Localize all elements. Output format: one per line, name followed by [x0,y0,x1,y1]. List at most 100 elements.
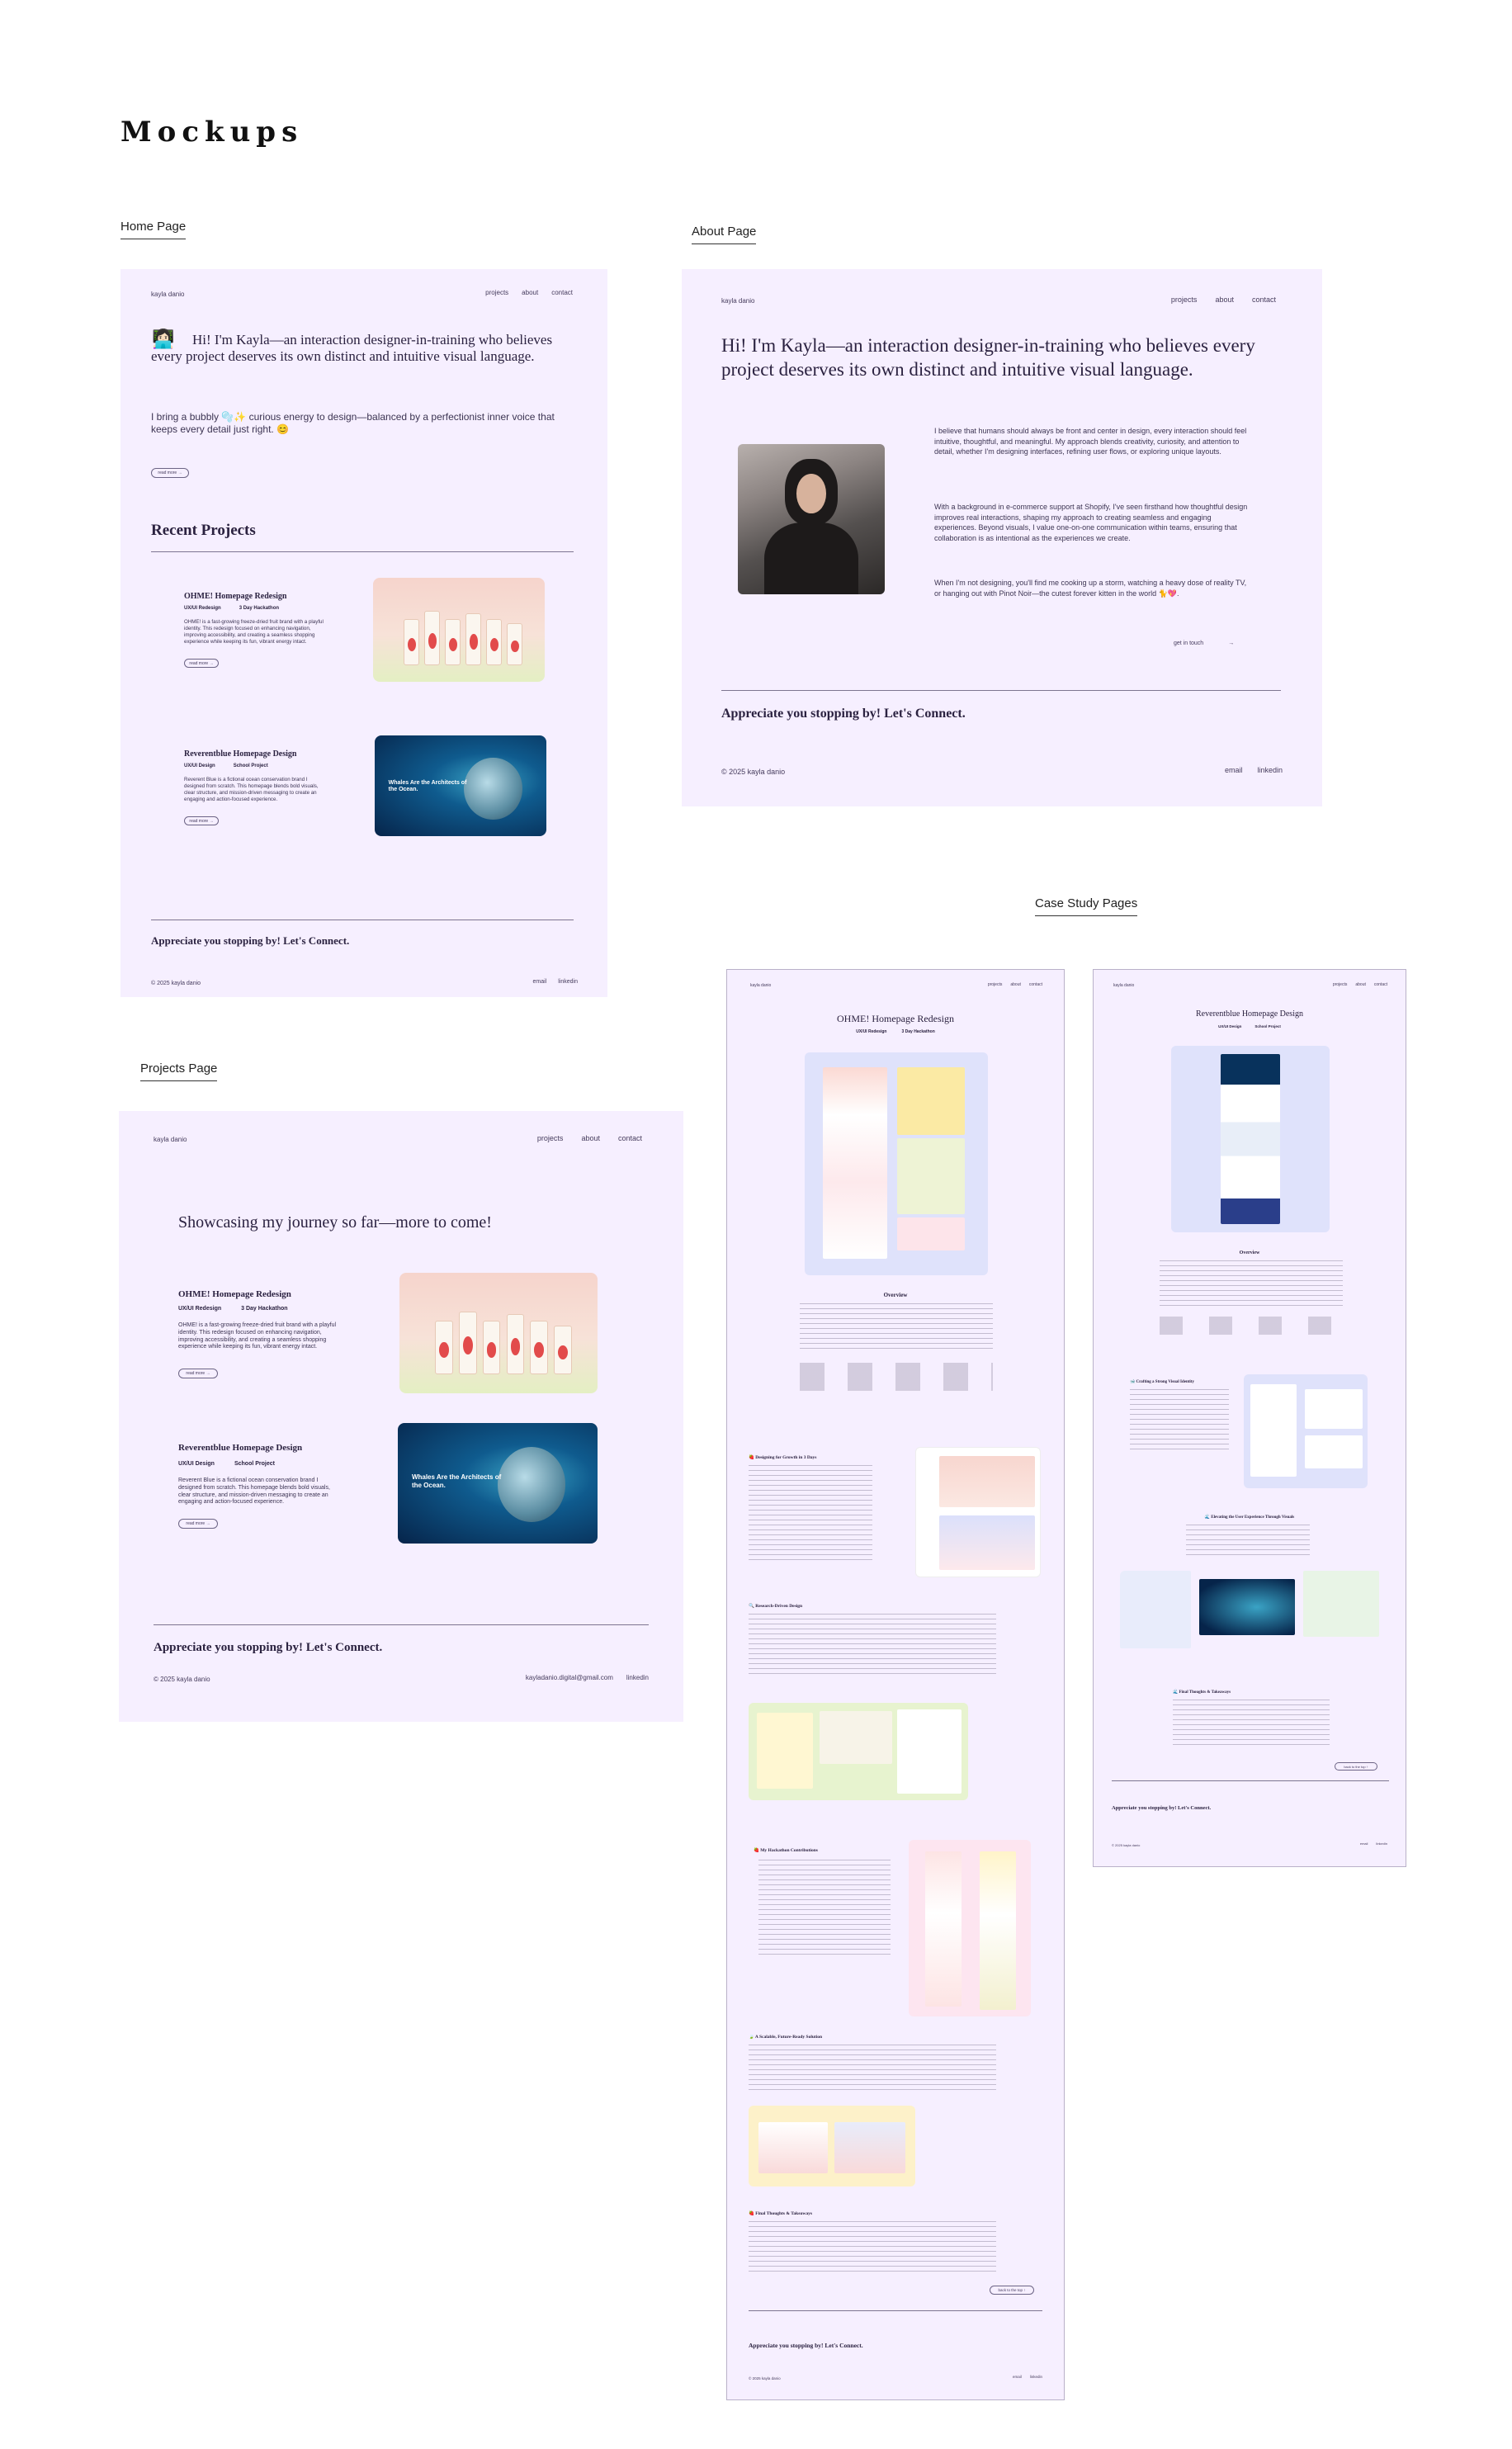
copyright: © 2025 kayla danio [1112,1843,1141,1847]
footer-links: email linkedin [1013,2375,1042,2379]
copyright: © 2025 kayla danio [151,981,201,986]
tag: UX/UI Design [184,764,215,768]
identity-image [1244,1374,1368,1488]
projects-heading: Showcasing my journey so far—more to com… [178,1213,492,1232]
footer-email-link[interactable]: email [1225,766,1243,774]
section-heading-contributions: 🍓 My Hackathon Contributions [754,1848,818,1853]
nav-contact[interactable]: contact [618,1134,642,1142]
nav-contact[interactable]: contact [1374,982,1387,987]
nav-projects[interactable]: projects [1171,295,1198,304]
divider [154,1624,649,1625]
reverentblue-thumbnail[interactable]: Whales Are the Architects of the Ocean. [375,735,546,836]
footer-email-link[interactable]: email [1013,2375,1022,2379]
project-read-more-button[interactable]: read more → [184,816,219,825]
top-nav: projects about contact [1333,982,1387,987]
nav-projects[interactable]: projects [537,1134,564,1142]
tag: UX/UI Design [1218,1024,1242,1028]
section-text [1130,1389,1229,1454]
top-nav: projects about contact [988,982,1042,987]
footer-email-link[interactable]: email [1360,1841,1368,1846]
before-after-image [915,1447,1041,1577]
section-heading-scalable: 🍃 A Scalable, Future-Ready Solution [749,2035,823,2040]
reverentblue-thumbnail[interactable]: Whales Are the Architects of the Ocean. [398,1423,598,1544]
nav-projects[interactable]: projects [485,289,508,296]
section-heading-visuals: 🌊 Elevating the User Experience Through … [1204,1515,1295,1520]
section-heading-growth: 🍓 Designing for Growth in 3 Days [749,1455,817,1460]
project-tags: UX/UI Design School Project [184,764,268,768]
nav-contact[interactable]: contact [551,289,573,296]
top-nav: projects about contact [537,1134,642,1142]
section-heading-final: 🌊 Final Thoughts & Takeaways [1173,1690,1231,1695]
hero-collage [1171,1046,1330,1232]
divider [1112,1780,1389,1781]
footer-linkedin-link[interactable]: linkedin [1257,766,1283,774]
back-to-top-button[interactable]: back to the top ↑ [990,2286,1034,2295]
read-more-button[interactable]: read more → [151,468,189,478]
ohme-thumbnail[interactable] [399,1273,598,1393]
project-tags: UX/UI Redesign 3 Day Hackathon [178,1306,288,1312]
footer-linkedin-link[interactable]: linkedin [1030,2375,1042,2379]
project-read-more-button[interactable]: read more → [178,1519,218,1529]
case-study-reverentblue-mockup: kayla danio projects about contact Rever… [1093,969,1406,1867]
footer-links: email linkedin [1225,766,1283,774]
section-text [1173,1700,1330,1749]
tag: UX/UI Redesign [856,1029,887,1034]
tag: UX/UI Redesign [178,1306,222,1312]
divider [151,551,574,552]
portrait-photo [738,444,885,594]
nav-projects[interactable]: projects [988,982,1003,987]
project-title-reverentblue: Reverentblue Homepage Design [184,749,297,759]
brand-logo[interactable]: kayla danio [151,291,184,298]
brand-logo[interactable]: kayla danio [154,1136,187,1143]
brand-logo[interactable]: kayla danio [721,297,754,305]
divider [721,690,1281,691]
footer-links: email linkedin [533,979,578,985]
nav-about[interactable]: about [581,1134,600,1142]
section-text [749,1465,872,1564]
get-in-touch-link[interactable]: get in touch → [1174,641,1234,646]
back-to-top-button[interactable]: back to the top ↑ [1335,1762,1377,1771]
nav-projects[interactable]: projects [1333,982,1348,987]
footer-linkedin-link[interactable]: linkedin [1376,1841,1387,1846]
case-title: OHME! Homepage Redesign [837,1013,954,1024]
section-heading-final: 🍓 Final Thoughts & Takeaways [749,2211,813,2216]
overview-meta [1160,1317,1343,1335]
tag: School Project [1254,1024,1281,1028]
section-text [758,1860,891,1955]
copyright: © 2025 kayla danio [749,2376,781,2380]
nav-contact[interactable]: contact [1252,295,1276,304]
nav-about[interactable]: about [1215,295,1234,304]
footer-email-link[interactable]: email [533,979,547,985]
footer-linkedin-link[interactable]: linkedin [626,1674,649,1681]
tag: 3 Day Hackathon [239,606,280,611]
overview-heading: Overview [1239,1251,1260,1255]
overview-heading: Overview [883,1292,908,1298]
research-image [749,1703,968,1800]
section-heading-research: 🔍 Research-Driven Design [749,1604,803,1609]
connect-cta: Appreciate you stopping by! Let's Connec… [151,934,350,947]
scalable-image [749,2106,915,2187]
project-tags: UX/UI Redesign 3 Day Hackathon [184,606,279,611]
overview-text-block [800,1303,993,1353]
home-hero-text: Hi! I'm Kayla—an interaction designer-in… [151,332,553,364]
project-read-more-button[interactable]: read more → [184,659,219,668]
footer-linkedin-link[interactable]: linkedin [558,979,578,985]
nav-about[interactable]: about [1010,982,1021,987]
nav-contact[interactable]: contact [1029,982,1042,987]
brand-logo[interactable]: kayla danio [1113,983,1134,988]
overview-meta [800,1363,993,1391]
ohme-thumbnail[interactable] [373,578,545,682]
home-sub-text: I bring a bubbly 🫧✨ curious energy to de… [151,411,555,435]
label-about-page: About Page [692,225,757,244]
connect-cta: Appreciate you stopping by! Let's Connec… [1112,1805,1212,1811]
case-title: Reverentblue Homepage Design [1196,1009,1303,1019]
brand-logo[interactable]: kayla danio [750,983,771,988]
nav-about[interactable]: about [522,289,538,296]
nav-about[interactable]: about [1355,982,1366,987]
section-text [749,2045,996,2094]
tag: 3 Day Hackathon [901,1029,935,1034]
projects-page-mockup: kayla danio projects about contact Showc… [119,1111,683,1722]
footer-email-link[interactable]: kayladanio.digital@gmail.com [526,1674,613,1681]
project-read-more-button[interactable]: read more → [178,1369,218,1378]
tag: 3 Day Hackathon [241,1306,288,1312]
